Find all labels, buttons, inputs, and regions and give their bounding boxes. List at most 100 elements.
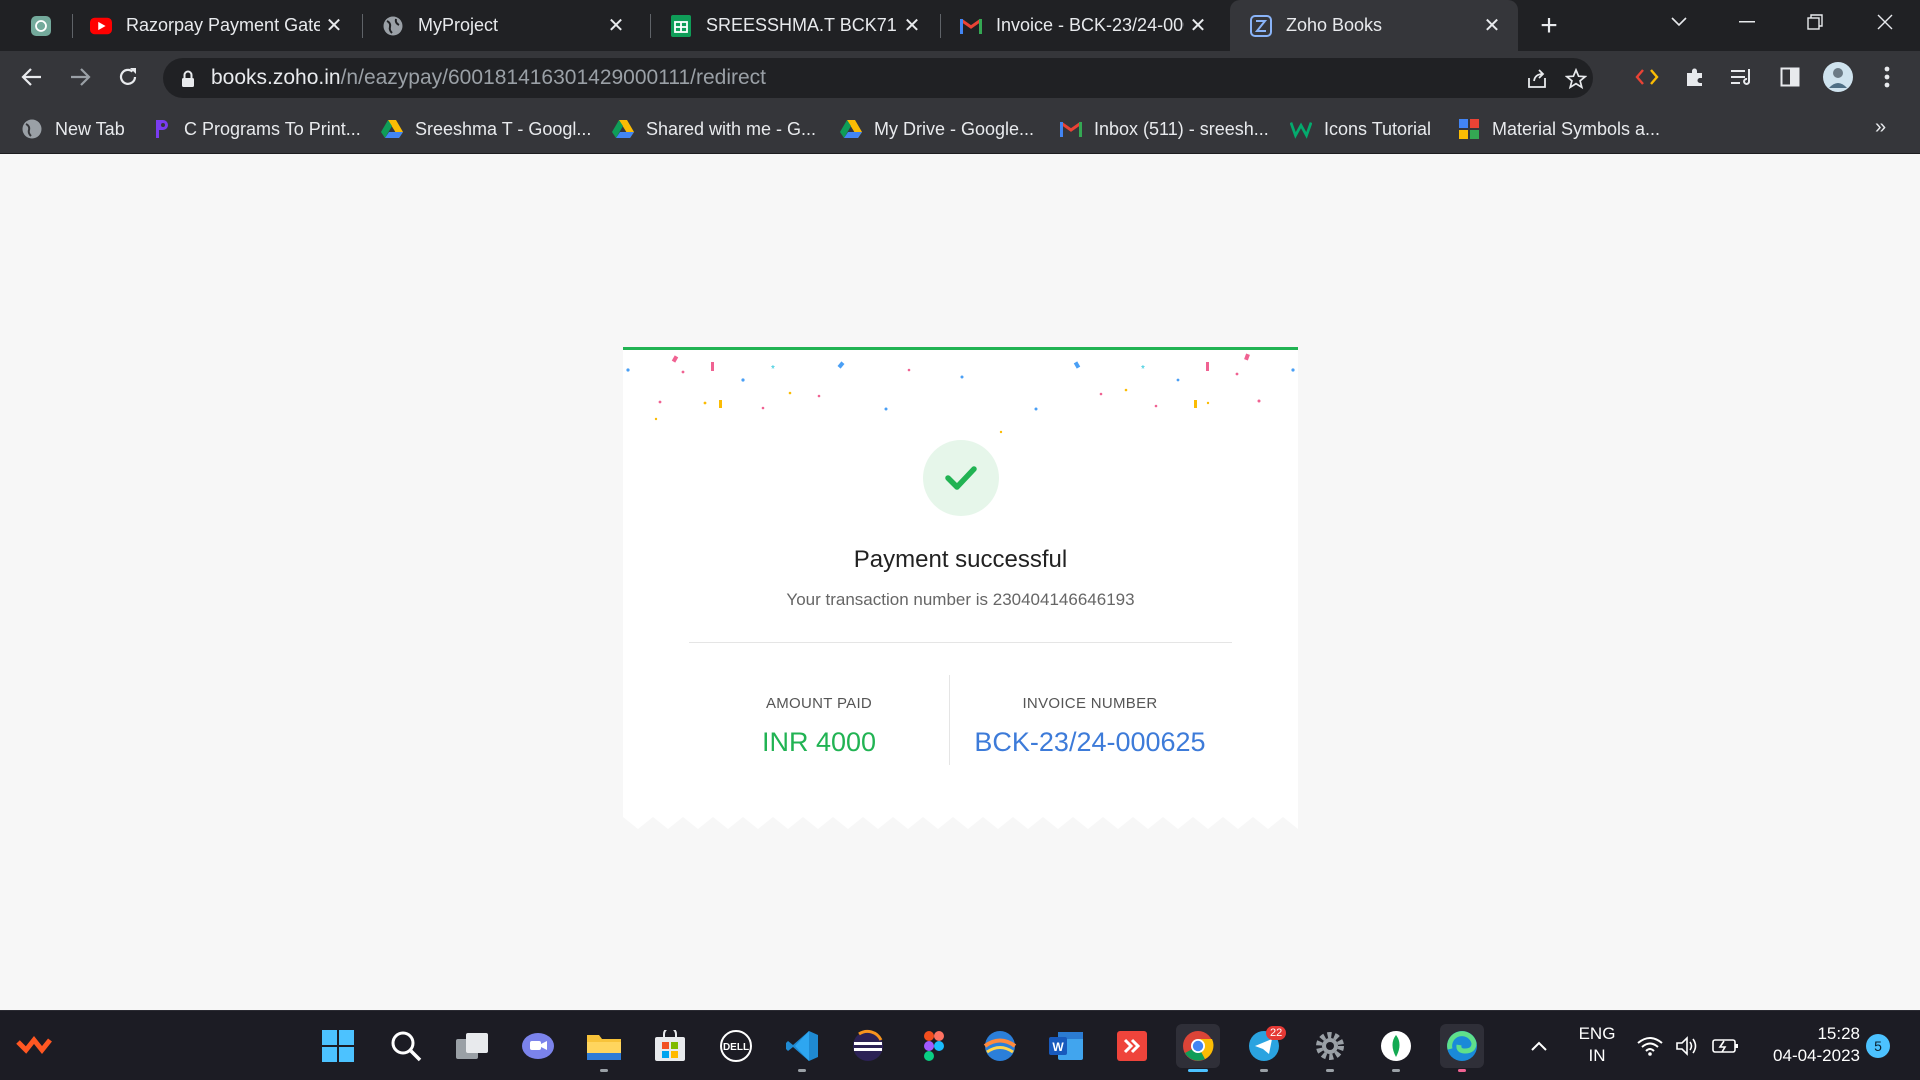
code-extension-icon[interactable] bbox=[1630, 60, 1664, 94]
tab-title: Invoice - BCK-23/24-000 bbox=[996, 15, 1184, 35]
bookmark-label: My Drive - Google... bbox=[874, 118, 1035, 139]
extensions-puzzle-icon[interactable] bbox=[1678, 60, 1712, 94]
bookmark-label: New Tab bbox=[55, 118, 125, 139]
close-window-icon[interactable] bbox=[1856, 0, 1914, 44]
eclipse-icon[interactable] bbox=[846, 1024, 890, 1068]
bookmark-shared-with-me[interactable]: Shared with me - G... bbox=[612, 115, 816, 143]
search-icon[interactable] bbox=[384, 1024, 428, 1068]
task-view-icon[interactable] bbox=[450, 1024, 494, 1068]
close-tab-icon[interactable]: ✕ bbox=[1478, 12, 1506, 40]
edge-icon[interactable] bbox=[1440, 1024, 1484, 1072]
back-button[interactable] bbox=[14, 59, 50, 95]
word-icon[interactable]: W bbox=[1044, 1024, 1088, 1068]
anydesk-icon[interactable] bbox=[1110, 1024, 1154, 1068]
success-check-badge bbox=[923, 440, 999, 516]
address-bar[interactable]: books.zoho.in/n/eazypay/6001814163014290… bbox=[163, 58, 1593, 98]
region-code: IN bbox=[1588, 1046, 1606, 1065]
running-indicator bbox=[600, 1069, 608, 1072]
volume-icon[interactable] bbox=[1668, 1024, 1708, 1068]
globe-icon bbox=[382, 15, 404, 37]
windows-taskbar: DELL W 22 ENG IN 15:28 04-04-2023 5 bbox=[0, 1010, 1920, 1080]
tab-title: Razorpay Payment Gateway bbox=[126, 15, 320, 35]
figma-icon[interactable] bbox=[912, 1024, 956, 1068]
running-indicator bbox=[1326, 1069, 1334, 1072]
clock-date: 04-04-2023 bbox=[1773, 1046, 1860, 1065]
tab-zoho-books[interactable]: Zoho Books ✕ bbox=[1230, 0, 1518, 51]
close-tab-icon[interactable]: ✕ bbox=[602, 12, 630, 40]
new-tab-button[interactable]: + bbox=[1532, 9, 1566, 43]
bookmark-label: Material Symbols a... bbox=[1492, 118, 1661, 139]
page-content: * * Payment successful Your transaction … bbox=[0, 155, 1920, 1010]
divider bbox=[689, 642, 1232, 643]
tab-search-icon[interactable] bbox=[1650, 0, 1708, 44]
check-icon bbox=[945, 466, 977, 490]
input-language-indicator[interactable]: ENG IN bbox=[1572, 1023, 1622, 1067]
transaction-number-text: Your transaction number is 2304041466461… bbox=[786, 590, 1135, 609]
settings-gear-icon[interactable] bbox=[1308, 1024, 1352, 1072]
restore-icon[interactable] bbox=[1786, 0, 1844, 44]
bookmark-label: C Programs To Print... bbox=[184, 118, 361, 139]
tab-myproject[interactable]: MyProject ✕ bbox=[362, 0, 642, 51]
svg-text:*: * bbox=[1141, 364, 1145, 375]
gmail-icon bbox=[960, 15, 982, 37]
tab-razorpay[interactable]: Razorpay Payment Gateway ✕ bbox=[70, 0, 360, 51]
minimize-icon[interactable] bbox=[1718, 0, 1776, 44]
vscode-icon[interactable] bbox=[780, 1024, 824, 1072]
tab-invoice-gmail[interactable]: Invoice - BCK-23/24-000 ✕ bbox=[940, 0, 1224, 51]
payment-status-title: Payment successful bbox=[853, 546, 1068, 573]
svg-text:W: W bbox=[1052, 1040, 1064, 1054]
start-icon[interactable] bbox=[316, 1024, 360, 1068]
tab-chatgpt[interactable] bbox=[18, 0, 66, 51]
bookmark-c-programs[interactable]: C Programs To Print... bbox=[150, 115, 361, 143]
close-tab-icon[interactable]: ✕ bbox=[1184, 12, 1212, 40]
bookmark-inbox[interactable]: Inbox (511) - sreesh... bbox=[1060, 115, 1269, 143]
dell-icon[interactable]: DELL bbox=[714, 1024, 758, 1068]
file-explorer-icon[interactable] bbox=[582, 1024, 626, 1072]
bookmark-material-symbols[interactable]: Material Symbols a... bbox=[1458, 115, 1660, 143]
clock-time: 15:28 bbox=[1817, 1024, 1860, 1043]
profile-avatar[interactable] bbox=[1821, 60, 1855, 94]
running-indicator bbox=[1458, 1069, 1466, 1072]
bookmark-icons-tutorial[interactable]: Icons Tutorial bbox=[1290, 115, 1431, 143]
notification-count-badge[interactable]: 5 bbox=[1866, 1034, 1890, 1058]
chrome-icon[interactable] bbox=[1176, 1024, 1220, 1072]
running-indicator bbox=[1260, 1069, 1268, 1072]
bookmark-star-icon[interactable] bbox=[1564, 67, 1588, 90]
forward-button[interactable] bbox=[62, 59, 98, 95]
browser-app-icon[interactable] bbox=[978, 1024, 1022, 1068]
tab-title: SREESSHMA.T BCK71 : M bbox=[706, 15, 898, 35]
bookmarks-overflow-button[interactable]: » bbox=[1875, 116, 1886, 139]
teams-chat-icon[interactable] bbox=[516, 1024, 560, 1068]
bookmark-label: Sreeshma T - Googl... bbox=[415, 118, 592, 139]
tab-title: MyProject bbox=[418, 15, 499, 35]
payment-success-card: * * Payment successful Your transaction … bbox=[623, 347, 1298, 829]
mongodb-compass-icon[interactable] bbox=[1374, 1024, 1418, 1072]
lock-icon[interactable] bbox=[180, 70, 196, 87]
drive-icon bbox=[840, 118, 862, 140]
bookmark-label: Shared with me - G... bbox=[646, 118, 817, 139]
widgets-icon[interactable] bbox=[12, 1024, 56, 1068]
bookmark-sreeshma-drive[interactable]: Sreeshma T - Googl... bbox=[381, 115, 591, 143]
reading-list-icon[interactable] bbox=[1725, 60, 1759, 94]
show-hidden-icons-chevron[interactable] bbox=[1517, 1024, 1561, 1068]
side-panel-icon[interactable] bbox=[1773, 60, 1807, 94]
invoice-number-link[interactable]: BCK-23/24-000625 bbox=[950, 727, 1230, 758]
system-clock[interactable]: 15:28 04-04-2023 bbox=[1750, 1023, 1860, 1067]
chrome-menu-icon[interactable] bbox=[1870, 60, 1904, 94]
drive-icon bbox=[612, 118, 634, 140]
reload-button[interactable] bbox=[110, 59, 146, 95]
tab-title: Zoho Books bbox=[1286, 15, 1383, 35]
wifi-icon[interactable] bbox=[1630, 1024, 1670, 1068]
amount-paid-value: INR 4000 bbox=[761, 727, 877, 757]
close-tab-icon[interactable]: ✕ bbox=[320, 12, 348, 40]
bookmark-my-drive[interactable]: My Drive - Google... bbox=[840, 115, 1034, 143]
bookmark-new-tab[interactable]: New Tab bbox=[21, 115, 125, 143]
svg-text:*: * bbox=[771, 364, 775, 375]
running-indicator bbox=[1392, 1069, 1400, 1072]
share-icon[interactable] bbox=[1526, 68, 1548, 90]
tab-sheets[interactable]: SREESSHMA.T BCK71 : M ✕ bbox=[650, 0, 938, 51]
microsoft-store-icon[interactable] bbox=[648, 1024, 692, 1068]
telegram-icon[interactable]: 22 bbox=[1242, 1024, 1287, 1072]
close-tab-icon[interactable]: ✕ bbox=[898, 12, 926, 40]
battery-icon[interactable] bbox=[1706, 1024, 1746, 1068]
